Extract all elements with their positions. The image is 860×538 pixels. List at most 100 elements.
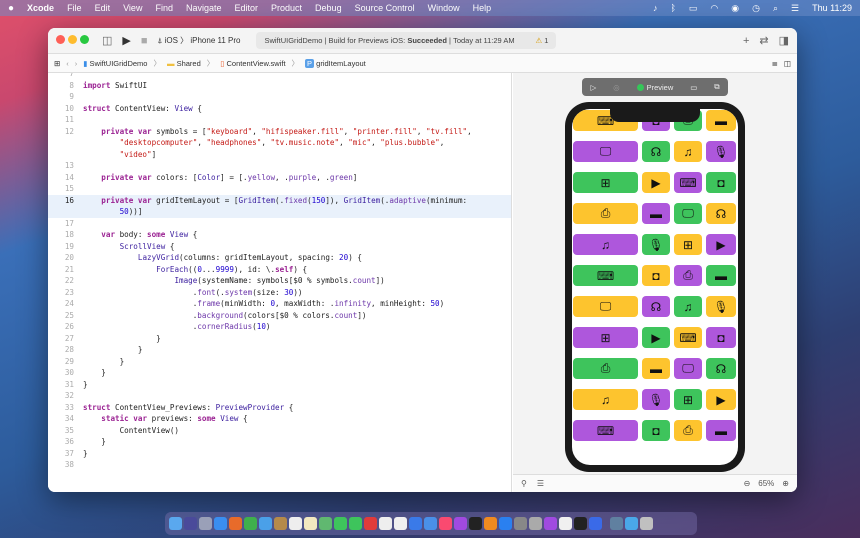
code-line[interactable]: 34 static var previews: some View { [48,413,511,425]
dock-app-icon[interactable] [169,517,182,530]
editor-options-icon[interactable]: ≣ [772,59,778,68]
dock-app-icon[interactable] [469,517,482,530]
menu-item-edit[interactable]: Edit [95,3,111,13]
dock-app-icon[interactable] [229,517,242,530]
dock-app-icon[interactable] [289,517,302,530]
dock-app-icon[interactable] [304,517,317,530]
zoom-button[interactable] [80,35,89,44]
code-editor[interactable]: 7 8 import SwiftUI 9 10 struct ContentView: V… [48,73,512,492]
code-line[interactable]: 9 [48,91,511,103]
menu-item-view[interactable]: View [123,3,142,13]
breadcrumb-file[interactable]: ▯ ContentView.swift [220,59,285,68]
dock-app-icon[interactable] [184,517,197,530]
code-line[interactable]: 19 ScrollView { [48,241,511,253]
code-line[interactable]: "desktopcomputer", "headphones", "tv.mus… [48,137,511,149]
dock-app-icon[interactable] [589,517,602,530]
code-line[interactable]: 37} [48,448,511,460]
code-line[interactable]: 38 [48,459,511,471]
menu-item-debug[interactable]: Debug [315,3,342,13]
dock-app-icon[interactable] [499,517,512,530]
dock-app-icon[interactable] [454,517,467,530]
dock-app-icon[interactable] [559,517,572,530]
battery-icon[interactable]: ▭ [689,3,698,14]
dock-app-icon[interactable] [259,517,272,530]
code-line[interactable]: 20 LazyVGrid(columns: gridItemLayout, sp… [48,252,511,264]
dock-app-icon[interactable] [349,517,362,530]
dock-app-icon[interactable] [274,517,287,530]
code-line[interactable]: 13 [48,160,511,172]
preview-label[interactable]: Preview [636,83,673,92]
dock-app-icon[interactable] [364,517,377,530]
zoom-in-icon[interactable]: ⊕ [782,479,789,488]
code-line[interactable]: 16 private var gridItemLayout = [GridIte… [48,194,511,206]
dock-app-icon[interactable] [379,517,392,530]
wifi-icon[interactable]: ◠ [710,3,718,14]
dock-app-icon[interactable] [199,517,212,530]
dock-app-icon[interactable] [529,517,542,530]
preview-on-device-icon[interactable]: ◎ [613,83,620,92]
code-line[interactable]: 25 .background(colors[$0 % colors.count]… [48,310,511,322]
code-line[interactable]: 32 [48,390,511,402]
code-line[interactable]: 10 struct ContentView: View { [48,103,511,115]
code-line[interactable]: 31} [48,379,511,391]
volume-icon[interactable]: ♪ [653,3,658,13]
dock-app-icon[interactable] [610,517,623,530]
time-machine-icon[interactable]: ◷ [752,3,760,14]
code-line[interactable]: 8 import SwiftUI [48,80,511,92]
code-line[interactable]: 35 ContentView() [48,425,511,437]
scheme-selector[interactable]: ⍋ iOS 〉 iPhone 11 Pro [158,35,241,46]
back-icon[interactable]: ‹ [66,59,69,68]
code-line[interactable]: 26 .cornerRadius(10) [48,321,511,333]
menu-item-editor[interactable]: Editor [235,3,259,13]
code-line[interactable]: 12 private var symbols = ["keyboard", "h… [48,126,511,138]
spotlight-search-icon[interactable]: ⌕ [773,3,778,14]
code-line[interactable]: 22 Image(systemName: symbols[$0 % symbol… [48,275,511,287]
related-items-icon[interactable]: ⊞ [54,59,60,68]
menu-item-window[interactable]: Window [428,3,460,13]
pin-icon[interactable]: ⚲ [521,479,527,488]
code-line[interactable]: 23 .font(.system(size: 30)) [48,287,511,299]
code-line[interactable]: 29 } [48,356,511,368]
dock-app-icon[interactable] [424,517,437,530]
duplicate-preview-icon[interactable]: ⧉ [714,82,719,92]
zoom-out-icon[interactable]: ⊖ [744,479,751,488]
control-center-icon[interactable]: ☰ [791,3,799,14]
warning-badge[interactable]: ⚠ 1 [535,36,548,45]
code-line[interactable]: 18 var body: some View { [48,229,511,241]
code-line[interactable]: 11 [48,114,511,126]
menu-app-name[interactable]: Xcode [27,3,54,13]
run-button-icon[interactable]: ▶ [122,34,130,47]
menu-item-help[interactable]: Help [473,3,492,13]
dock-app-icon[interactable] [409,517,422,530]
menu-item-file[interactable]: File [67,3,82,13]
add-library-icon[interactable]: + [743,35,749,47]
dock-app-icon[interactable] [319,517,332,530]
dock-app-icon[interactable] [394,517,407,530]
dock-app-icon[interactable] [514,517,527,530]
bluetooth-icon[interactable]: ᛒ [671,3,676,13]
minimize-button[interactable] [68,35,77,44]
add-editor-icon[interactable]: ◫ [784,59,791,68]
stop-button-icon[interactable]: ■ [141,35,148,47]
code-line[interactable]: 33 struct ContentView_Previews: PreviewPr… [48,402,511,414]
clock[interactable]: Thu 11:29 [812,3,852,13]
breadcrumb-folder[interactable]: ▬ Shared [167,59,201,68]
dock-app-icon[interactable] [484,517,497,530]
inspector-toggle-icon[interactable]: ◨ [779,34,789,47]
breadcrumb-project[interactable]: ▮ SwiftUIGridDemo [83,59,147,68]
menu-item-navigate[interactable]: Navigate [186,3,222,13]
menu-item-find[interactable]: Find [155,3,173,13]
live-preview-icon[interactable]: ▷ [590,83,596,92]
menu-item-source-control[interactable]: Source Control [355,3,415,13]
dock-app-icon[interactable] [544,517,557,530]
dock-app-icon[interactable] [574,517,587,530]
navigator-toggle-icon[interactable]: ◫ [102,34,112,47]
code-line[interactable]: 50))] [48,206,511,218]
dock-app-icon[interactable] [625,517,638,530]
breadcrumb-symbol[interactable]: P gridItemLayout [305,58,366,68]
code-line[interactable]: 21 ForEach((0...9999), id: \.self) { [48,264,511,276]
list-icon[interactable]: ☰ [537,479,544,488]
forward-icon[interactable]: › [75,59,78,68]
code-line[interactable]: 14 private var colors: [Color] = [.yello… [48,172,511,184]
code-line[interactable]: 30 } [48,367,511,379]
